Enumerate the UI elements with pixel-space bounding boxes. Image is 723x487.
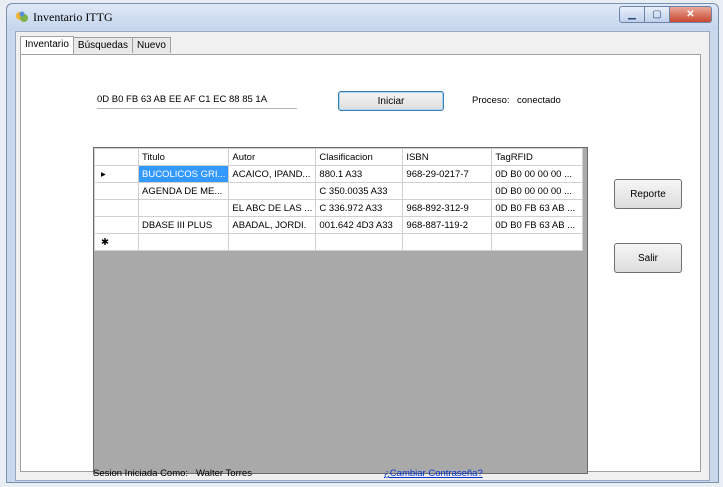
table-cell[interactable]: 968-887-119-2 (402, 216, 493, 234)
title-bar[interactable]: Inventario ITTG ▁ ▢ ✕ (7, 4, 718, 30)
column-header-tagrfid[interactable]: TagRFID (491, 148, 584, 166)
table-cell[interactable]: ACAICO, IPAND... (228, 165, 317, 183)
column-header-autor[interactable]: Autor (228, 148, 317, 166)
table-cell[interactable]: 968-892-312-9 (402, 199, 493, 217)
table-cell[interactable]: C 350.0035 A33 (315, 182, 404, 200)
table-cell[interactable] (402, 182, 493, 200)
table-cell[interactable]: EL ABC DE LAS ... (228, 199, 317, 217)
table-cell[interactable] (491, 233, 584, 251)
table-cell[interactable]: 0D B0 FB 63 AB ... (491, 199, 584, 217)
close-button[interactable]: ✕ (670, 6, 712, 23)
window-title: Inventario ITTG (33, 10, 113, 24)
table-row[interactable]: DBASE III PLUS ABADAL, JORDI. 001.642 4D… (94, 216, 584, 234)
close-icon: ✕ (686, 9, 695, 20)
table-cell[interactable]: 0D B0 FB 63 AB ... (491, 216, 584, 234)
table-cell[interactable]: AGENDA DE ME... (137, 182, 230, 200)
table-cell[interactable] (315, 233, 404, 251)
books-datagrid[interactable]: Titulo Autor Clasificacion ISBN TagRFID … (93, 147, 588, 474)
app-icon (16, 11, 28, 22)
table-cell[interactable] (228, 182, 317, 200)
table-row[interactable]: ▸ BUCOLICOS GRI... ACAICO, IPAND... 880.… (94, 165, 584, 183)
tab-nuevo[interactable]: Nuevo (131, 37, 171, 53)
table-cell[interactable] (402, 233, 493, 251)
header-row: Titulo Autor Clasificacion ISBN TagRFID (94, 148, 584, 166)
row-header[interactable] (94, 199, 139, 217)
column-header-isbn[interactable]: ISBN (402, 148, 493, 166)
table-cell[interactable]: DBASE III PLUS (137, 216, 230, 234)
iniciar-button[interactable]: Iniciar (338, 91, 444, 111)
client-area: Inventario Búsquedas Nuevo 0D B0 FB 63 A… (15, 31, 710, 481)
change-password-link[interactable]: ¿Cambiar Contraseña? (384, 468, 483, 479)
new-row-asterisk-icon[interactable]: ✱ (94, 233, 139, 251)
table-cell[interactable]: 0D B0 00 00 00 ... (491, 182, 584, 200)
table-cell[interactable] (228, 233, 317, 251)
minimize-icon: ▁ (628, 9, 636, 20)
table-cell[interactable]: C 336.972 A33 (315, 199, 404, 217)
window-controls: ▁ ▢ ✕ (619, 6, 712, 23)
table-cell[interactable] (137, 233, 230, 251)
new-row[interactable]: ✱ (94, 233, 584, 251)
minimize-button[interactable]: ▁ (619, 6, 645, 23)
session-label: Sesion Iniciada Como: (93, 468, 189, 479)
tab-busquedas[interactable]: Búsquedas (72, 37, 133, 53)
table-row[interactable]: EL ABC DE LAS ... C 336.972 A33 968-892-… (94, 199, 584, 217)
maximize-button[interactable]: ▢ (645, 6, 670, 23)
salir-button[interactable]: Salir (614, 243, 682, 273)
proceso-status: conectado (517, 95, 561, 106)
row-header[interactable] (94, 216, 139, 234)
table-cell[interactable] (137, 199, 230, 217)
row-header-corner[interactable] (94, 148, 139, 166)
table-cell[interactable]: 880.1 A33 (315, 165, 404, 183)
proceso-label: Proceso: (472, 95, 510, 106)
current-row-arrow-icon[interactable]: ▸ (94, 165, 139, 183)
tab-inventario[interactable]: Inventario (20, 36, 74, 54)
table-cell[interactable]: 968-29-0217-7 (402, 165, 493, 183)
table-cell[interactable]: BUCOLICOS GRI... (137, 165, 230, 183)
main-window: Inventario ITTG ▁ ▢ ✕ Inventario Búsqued… (6, 3, 719, 483)
table-row[interactable]: AGENDA DE ME... C 350.0035 A33 0D B0 00 … (94, 182, 584, 200)
books-table: Titulo Autor Clasificacion ISBN TagRFID … (94, 148, 584, 251)
rfid-tag-field[interactable]: 0D B0 FB 63 AB EE AF C1 EC 88 85 1A (97, 91, 297, 109)
tab-page-inventario: 0D B0 FB 63 AB EE AF C1 EC 88 85 1A Inic… (20, 54, 701, 479)
table-cell[interactable]: ABADAL, JORDI. (228, 216, 317, 234)
reporte-button[interactable]: Reporte (614, 179, 682, 209)
column-header-titulo[interactable]: Titulo (137, 148, 230, 166)
table-cell[interactable]: 001.642 4D3 A33 (315, 216, 404, 234)
row-header[interactable] (94, 182, 139, 200)
table-cell[interactable]: 0D B0 00 00 00 ... (491, 165, 584, 183)
session-user: Walter Torres (196, 468, 252, 479)
column-header-clasificacion[interactable]: Clasificacion (315, 148, 404, 166)
maximize-icon: ▢ (652, 9, 662, 20)
tab-strip: Inventario Búsquedas Nuevo (20, 36, 171, 54)
